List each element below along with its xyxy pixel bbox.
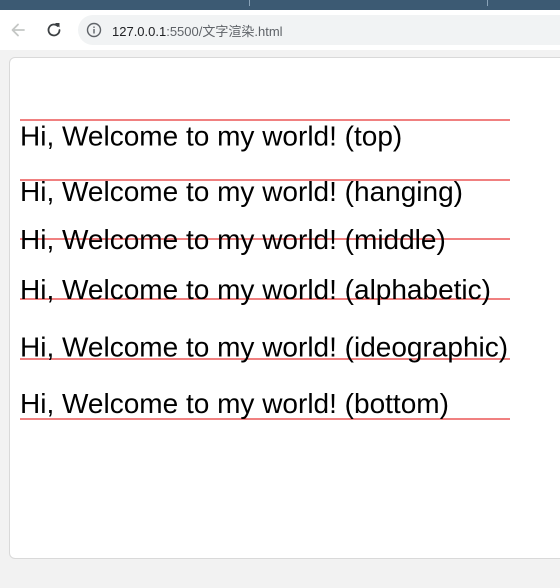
url-host: 127.0.0.1 [112,23,167,39]
text-baseline-canvas: Hi, Welcome to my world! (top) Hi, Welcom… [20,119,510,420]
tab-separator [249,0,250,6]
site-info-icon[interactable] [86,22,102,38]
canvas-text-ideographic: Hi, Welcome to my world! (ideographic) [20,331,508,362]
url-text: 127.0.0.1:5500/文字渲染.html [112,21,283,40]
canvas-text-middle: Hi, Welcome to my world! (middle) [20,224,446,255]
canvas-text-alphabetic: Hi, Welcome to my world! (alphabetic) [20,274,491,305]
address-bar[interactable]: 127.0.0.1:5500/文字渲染.html [78,15,560,45]
reload-button[interactable] [40,16,68,44]
canvas-text-hanging: Hi, Welcome to my world! (hanging) [20,176,463,207]
url-path: :5500/文字渲染.html [166,23,283,39]
browser-toolbar: 127.0.0.1:5500/文字渲染.html [0,10,560,50]
canvas-frame: Hi, Welcome to my world! (top) Hi, Welcom… [9,57,560,559]
tab-separator [487,0,488,6]
back-button[interactable] [4,16,32,44]
tab-strip [0,0,560,10]
arrow-left-icon [8,20,28,40]
page-viewport: Hi, Welcome to my world! (top) Hi, Welcom… [0,50,560,588]
canvas-text-bottom: Hi, Welcome to my world! (bottom) [20,388,449,419]
reload-icon [44,20,64,40]
canvas-text-top: Hi, Welcome to my world! (top) [20,120,402,151]
